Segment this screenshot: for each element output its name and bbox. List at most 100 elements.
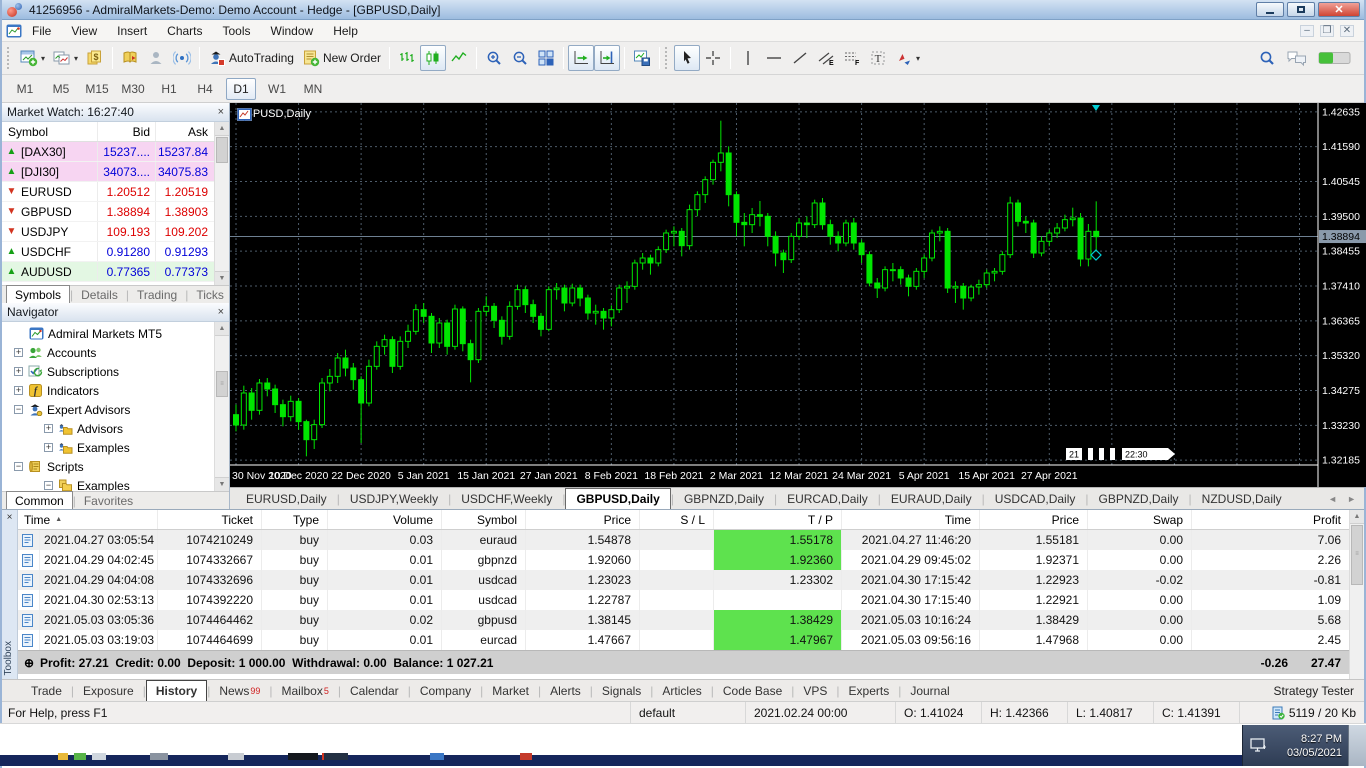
collapse-minus-icon[interactable]: − xyxy=(14,462,23,471)
column-symbol[interactable]: Symbol xyxy=(2,122,98,141)
profiles-button[interactable]: ▾ xyxy=(49,45,82,71)
column-close-time[interactable]: Time xyxy=(842,510,980,529)
scroll-thumb[interactable] xyxy=(216,137,228,163)
status-profile[interactable]: default xyxy=(630,702,745,723)
market-watch-row[interactable]: ▼ USDJPY 109.193 109.202 xyxy=(2,222,229,242)
scroll-up-icon[interactable]: ▲ xyxy=(1350,510,1364,524)
menu-help[interactable]: Help xyxy=(323,20,368,41)
save-template-button[interactable] xyxy=(629,45,655,71)
mini-chart-icon[interactable] xyxy=(237,108,252,121)
menu-charts[interactable]: Charts xyxy=(157,20,212,41)
tab-alerts[interactable]: Alerts xyxy=(541,680,590,701)
navigator-item-accounts[interactable]: + Accounts xyxy=(2,343,229,362)
history-scrollbar[interactable]: ▲ ≡ xyxy=(1349,510,1364,679)
mdi-restore-icon[interactable]: ❐ xyxy=(1320,24,1334,37)
column-volume[interactable]: Volume xyxy=(328,510,442,529)
timeframe-w1[interactable]: W1 xyxy=(262,78,292,100)
navigator-item-indicators[interactable]: + f Indicators xyxy=(2,381,229,400)
vertical-line-tool-button[interactable] xyxy=(735,45,761,71)
collapse-minus-icon[interactable]: − xyxy=(44,481,53,490)
history-row[interactable]: 2021.05.03 03:05:36 1074464462 buy 0.02 gbpu… xyxy=(18,610,1349,630)
column-tp[interactable]: T / P xyxy=(714,510,842,529)
chart-tab-gbpusd-daily[interactable]: GBPUSD,Daily xyxy=(565,488,671,509)
timeframe-m30[interactable]: M30 xyxy=(118,78,148,100)
navigator-scrollbar[interactable]: ▲ ≡ ▼ xyxy=(214,322,229,491)
symbols-button[interactable]: $ xyxy=(82,45,108,71)
candlestick-mode-button[interactable] xyxy=(419,45,446,71)
scroll-up-icon[interactable]: ▲ xyxy=(215,122,229,136)
strategy-tester-label[interactable]: Strategy Tester xyxy=(1274,680,1364,701)
navigator-item-advisors[interactable]: + Advisors xyxy=(2,419,229,438)
tab-market[interactable]: Market xyxy=(483,680,538,701)
tab-experts[interactable]: Experts xyxy=(840,680,899,701)
chart-tab-usdjpy-weekly[interactable]: USDJPY,Weekly xyxy=(340,488,448,509)
tab-vps[interactable]: VPS xyxy=(794,680,836,701)
column-swap[interactable]: Swap xyxy=(1088,510,1192,529)
collapse-minus-icon[interactable]: − xyxy=(14,405,23,414)
close-button[interactable]: ✕ xyxy=(1318,2,1360,17)
close-icon[interactable]: × xyxy=(218,306,224,318)
line-chart-mode-button[interactable] xyxy=(446,45,472,71)
chart-tab-nzdusd-daily[interactable]: NZDUSD,Daily xyxy=(1192,488,1292,509)
market-watch-row[interactable]: ▼ GBPUSD 1.38894 1.38903 xyxy=(2,202,229,222)
close-icon[interactable]: × xyxy=(218,106,224,118)
signals-button[interactable] xyxy=(169,45,195,71)
scroll-down-icon[interactable]: ▼ xyxy=(215,477,229,491)
menu-insert[interactable]: Insert xyxy=(107,20,157,41)
chart-tab-eurcad-daily[interactable]: EURCAD,Daily xyxy=(777,488,878,509)
expand-plus-icon[interactable]: + xyxy=(14,386,23,395)
column-sl[interactable]: S / L xyxy=(640,510,714,529)
history-row[interactable]: 2021.04.27 03:05:54 1074210249 buy 0.03 eura… xyxy=(18,530,1349,550)
scroll-up-icon[interactable]: ▲ xyxy=(215,322,229,336)
text-tool-button[interactable]: T xyxy=(865,45,891,71)
expand-plus-icon[interactable]: + xyxy=(14,367,23,376)
tab-articles[interactable]: Articles xyxy=(653,680,710,701)
tab-company[interactable]: Company xyxy=(411,680,480,701)
toolbar-grip[interactable] xyxy=(664,47,670,69)
chart-tab-gbpnzd-daily[interactable]: GBPNZD,Daily xyxy=(1089,488,1189,509)
column-bid[interactable]: Bid xyxy=(98,122,156,141)
fibonacci-tool-button[interactable]: F xyxy=(839,45,865,71)
menu-file[interactable]: File xyxy=(22,20,61,41)
navigator-item-examples[interactable]: − Examples xyxy=(2,476,229,491)
tab-code-base[interactable]: Code Base xyxy=(714,680,791,701)
chart-tab-gbpnzd-daily[interactable]: GBPNZD,Daily xyxy=(674,488,774,509)
tab-trading[interactable]: Trading xyxy=(129,286,185,303)
market-watch-header[interactable]: Market Watch: 16:27:40 × xyxy=(2,103,229,122)
show-desktop-button[interactable] xyxy=(1348,725,1366,766)
chart-shift-button[interactable] xyxy=(593,45,620,71)
tab-calendar[interactable]: Calendar xyxy=(341,680,408,701)
scroll-thumb[interactable]: ≡ xyxy=(1351,525,1363,585)
market-watch-row[interactable]: ▲ [DJI30] 34073.... 34075.83 xyxy=(2,162,229,182)
market-watch-row[interactable]: ▼ EURUSD 1.20512 1.20519 xyxy=(2,182,229,202)
tab-journal[interactable]: Journal xyxy=(901,680,958,701)
navigator-item-expert-advisors[interactable]: − Expert Advisors xyxy=(2,400,229,419)
scroll-left-icon[interactable]: ◄ xyxy=(1328,494,1337,504)
search-icon[interactable] xyxy=(1258,49,1276,67)
zoom-out-button[interactable] xyxy=(507,45,533,71)
navigator-item-examples[interactable]: + Examples xyxy=(2,438,229,457)
history-row[interactable]: 2021.04.29 04:02:45 1074332667 buy 0.01 gbpn… xyxy=(18,550,1349,570)
history-center-button[interactable] xyxy=(117,45,143,71)
column-close-price[interactable]: Price xyxy=(980,510,1088,529)
price-chart[interactable]: 1.42635 1.41590 1.40545 1.39500 1.38455 1.374… xyxy=(230,103,1366,487)
cursor-tool-button[interactable] xyxy=(673,45,700,71)
column-symbol[interactable]: Symbol xyxy=(442,510,526,529)
navigator-header[interactable]: Navigator × xyxy=(2,303,229,322)
timeframe-m1[interactable]: M1 xyxy=(10,78,40,100)
tab-mailbox[interactable]: Mailbox 5 xyxy=(272,680,337,701)
chat-icon[interactable] xyxy=(1286,49,1308,67)
navigator-item-scripts[interactable]: − Scripts xyxy=(2,457,229,476)
scroll-thumb[interactable]: ≡ xyxy=(216,371,228,397)
market-watch-row[interactable]: ▲ AUDUSD 0.77365 0.77373 xyxy=(2,262,229,282)
menu-view[interactable]: View xyxy=(61,20,107,41)
tab-news[interactable]: News 99 xyxy=(210,680,269,701)
column-profit[interactable]: Profit xyxy=(1192,510,1349,529)
expand-plus-icon[interactable]: + xyxy=(14,348,23,357)
tab-symbols[interactable]: Symbols xyxy=(6,285,71,303)
new-order-button[interactable]: New Order xyxy=(298,45,385,71)
auto-scroll-button[interactable] xyxy=(567,45,594,71)
system-tray[interactable]: 8:27 PM 03/05/2021 xyxy=(1242,725,1348,766)
minimize-button[interactable] xyxy=(1256,2,1284,17)
navigator-item-subscriptions[interactable]: + Subscriptions xyxy=(2,362,229,381)
